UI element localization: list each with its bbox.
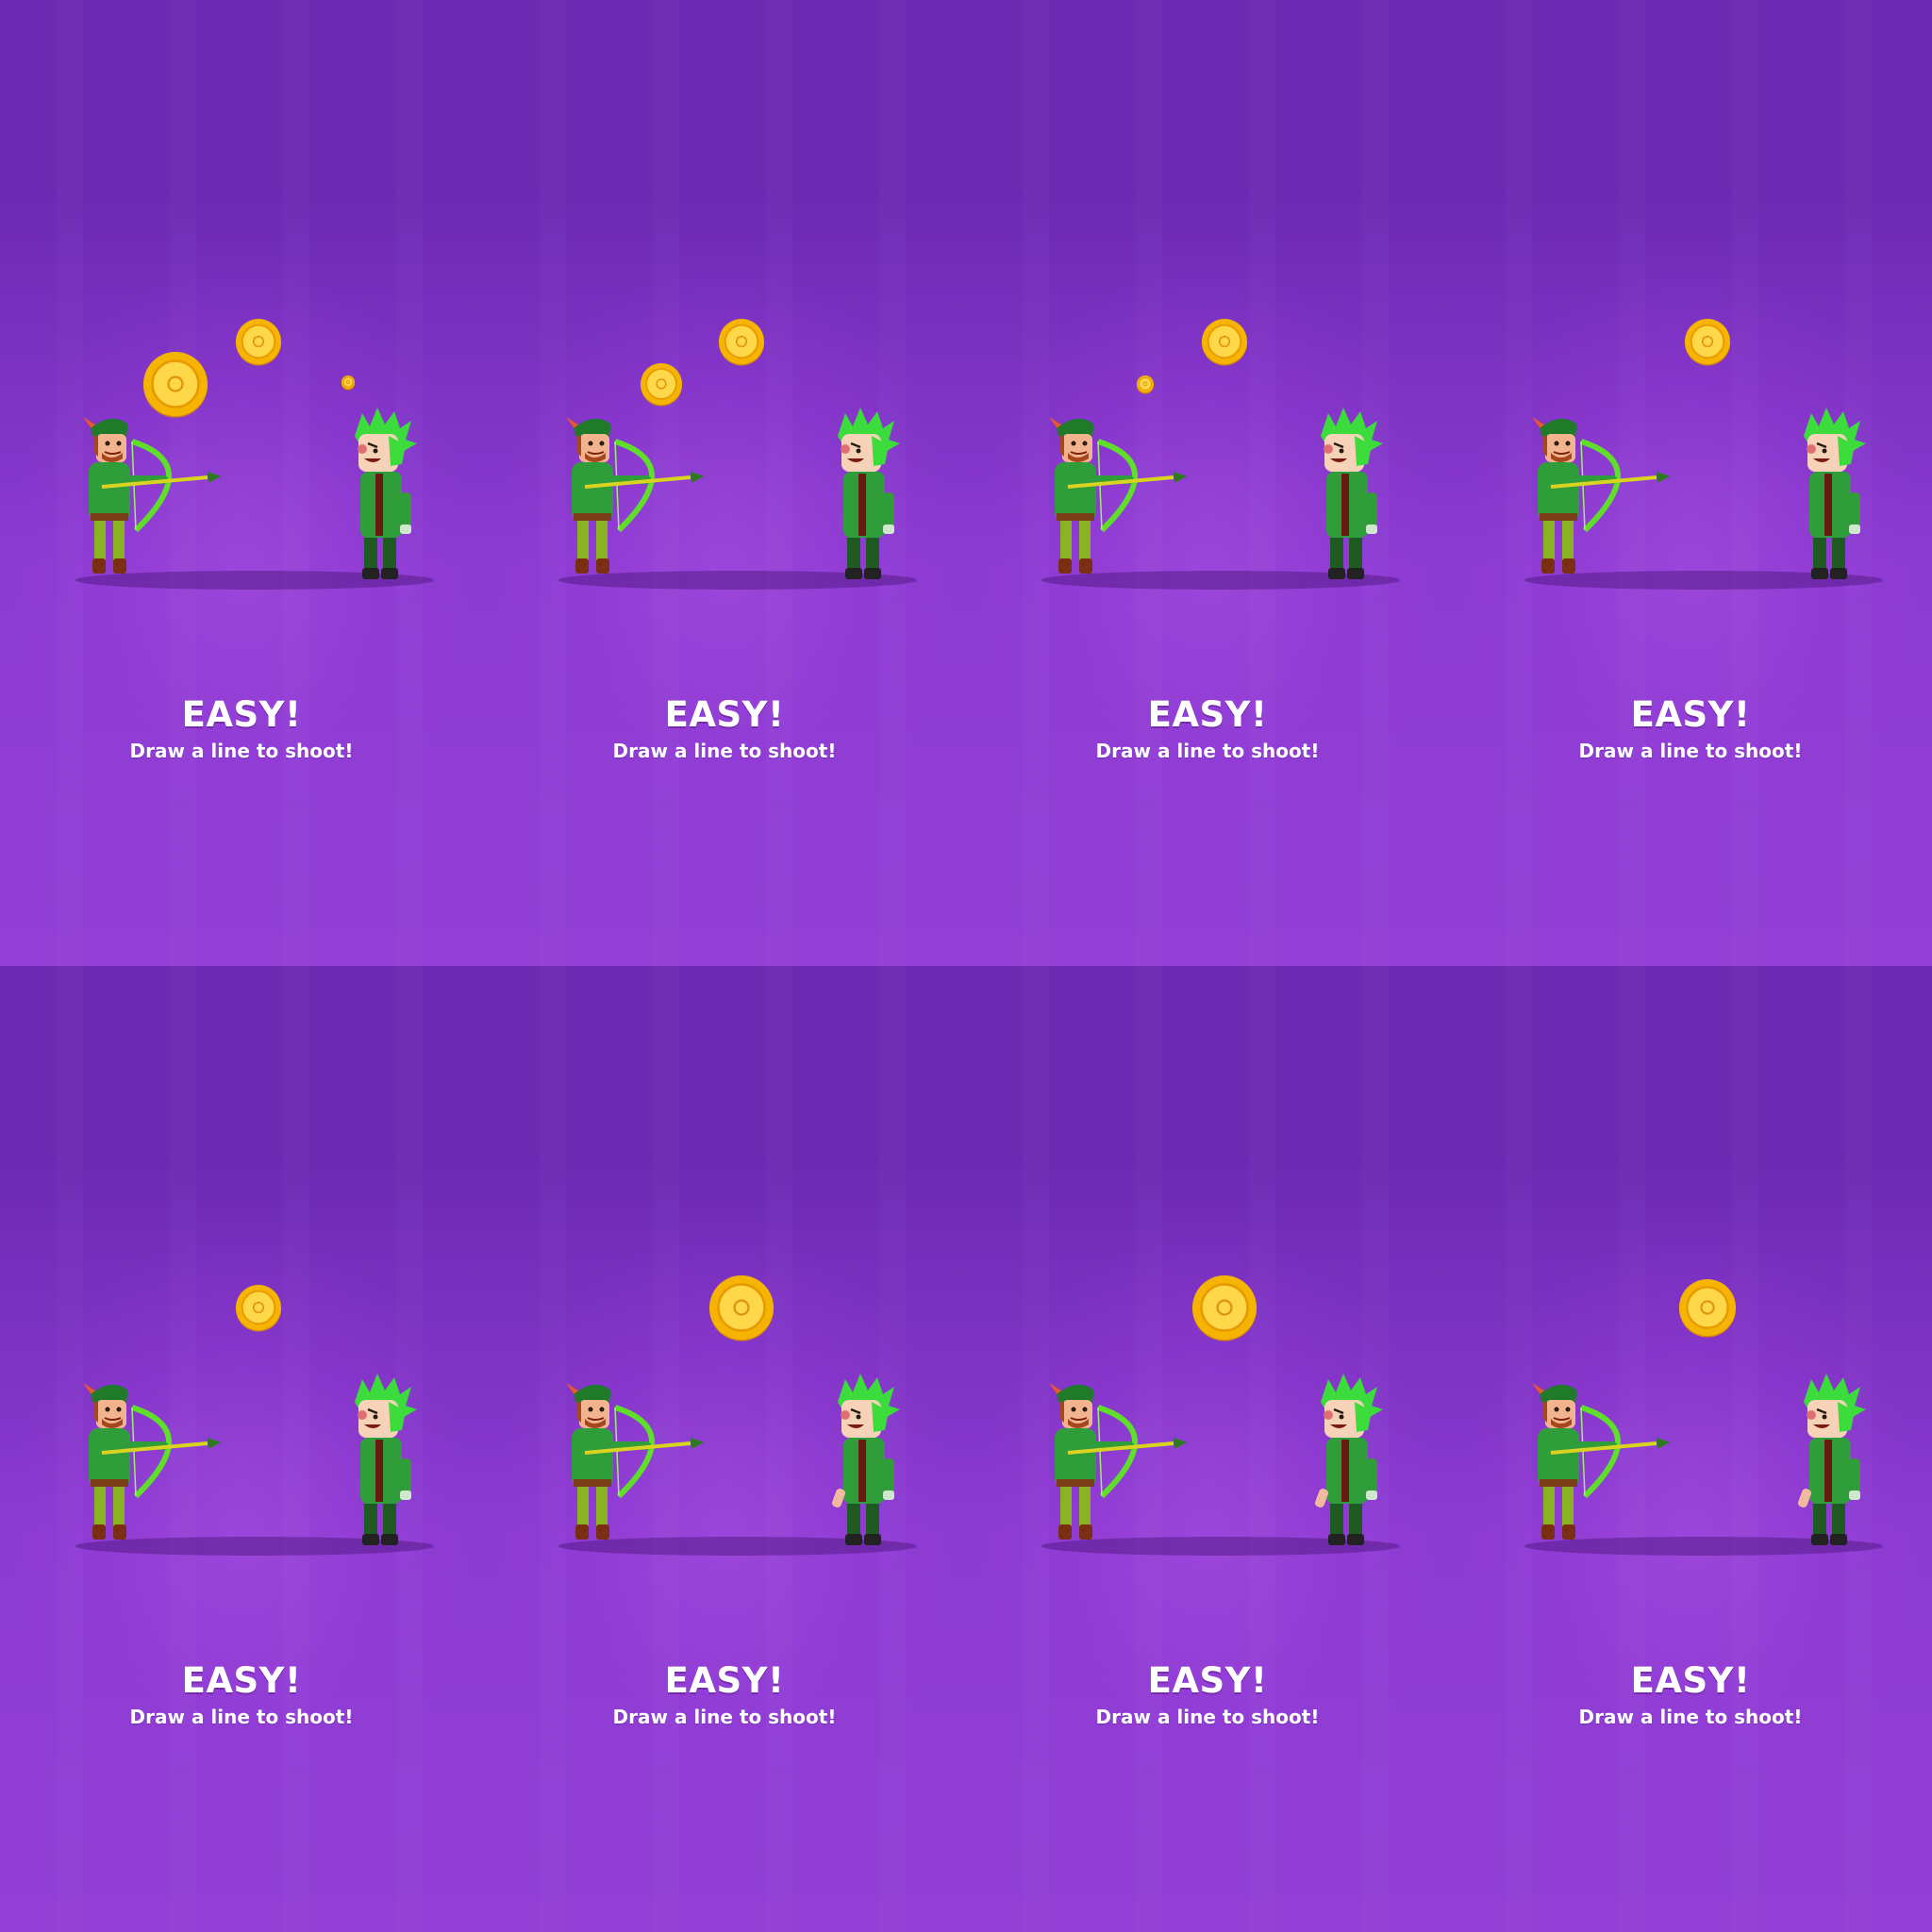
- archer-character: [1049, 417, 1187, 574]
- coin-icon: [709, 1275, 774, 1341]
- difficulty-title: EASY!: [1147, 1660, 1268, 1701]
- game-frame-2[interactable]: EASY! Draw a line to shoot!: [483, 0, 966, 966]
- game-frame-3[interactable]: EASY! Draw a line to shoot!: [966, 0, 1449, 966]
- instruction-text: Draw a line to shoot!: [612, 740, 837, 762]
- coin-icon: [1137, 375, 1154, 394]
- archer-character: [566, 1383, 704, 1540]
- difficulty-title: EASY!: [1147, 694, 1268, 735]
- coin-icon: [1202, 319, 1247, 366]
- game-frame-7[interactable]: EASY! Draw a line to shoot!: [966, 966, 1449, 1932]
- coin-icon: [1685, 319, 1730, 366]
- difficulty-title: EASY!: [1630, 1660, 1751, 1701]
- coin-icon: [236, 1285, 281, 1332]
- enemy-character: [1321, 408, 1383, 579]
- difficulty-title: EASY!: [664, 1660, 785, 1701]
- enemy-character: [355, 408, 417, 579]
- enemy-character: [355, 1374, 417, 1545]
- instruction-text: Draw a line to shoot!: [1095, 1706, 1320, 1728]
- coin-icon: [641, 363, 682, 407]
- coin-icon: [341, 375, 355, 391]
- archer-character: [1532, 1383, 1670, 1540]
- enemy-character: [1798, 1374, 1866, 1545]
- coin-icon: [1192, 1275, 1257, 1341]
- difficulty-title: EASY!: [664, 694, 785, 735]
- archer-character: [83, 1383, 221, 1540]
- archer-character: [1532, 417, 1670, 574]
- difficulty-title: EASY!: [1630, 694, 1751, 735]
- game-frame-4[interactable]: EASY! Draw a line to shoot!: [1449, 0, 1932, 966]
- enemy-character: [1804, 408, 1866, 579]
- enemy-character: [1315, 1374, 1383, 1545]
- instruction-text: Draw a line to shoot!: [612, 1706, 837, 1728]
- coin-icon: [1679, 1279, 1736, 1338]
- instruction-text: Draw a line to shoot!: [1578, 1706, 1803, 1728]
- archer-character: [83, 417, 221, 574]
- enemy-character: [838, 408, 900, 579]
- archer-character: [1049, 1383, 1187, 1540]
- instruction-text: Draw a line to shoot!: [1578, 740, 1803, 762]
- coin-icon: [719, 319, 764, 366]
- game-frame-1[interactable]: EASY! Draw a line to shoot!: [0, 0, 483, 966]
- coin-icon: [236, 319, 281, 366]
- archer-character: [566, 417, 704, 574]
- difficulty-title: EASY!: [181, 694, 302, 735]
- game-frame-6[interactable]: EASY! Draw a line to shoot!: [483, 966, 966, 1932]
- enemy-character: [832, 1374, 900, 1545]
- frame-grid: EASY! Draw a line to shoot! EASY! Draw a…: [0, 0, 1932, 1932]
- game-frame-8[interactable]: EASY! Draw a line to shoot!: [1449, 966, 1932, 1932]
- instruction-text: Draw a line to shoot!: [129, 1706, 354, 1728]
- difficulty-title: EASY!: [181, 1660, 302, 1701]
- instruction-text: Draw a line to shoot!: [1095, 740, 1320, 762]
- instruction-text: Draw a line to shoot!: [129, 740, 354, 762]
- game-frame-5[interactable]: EASY! Draw a line to shoot!: [0, 966, 483, 1932]
